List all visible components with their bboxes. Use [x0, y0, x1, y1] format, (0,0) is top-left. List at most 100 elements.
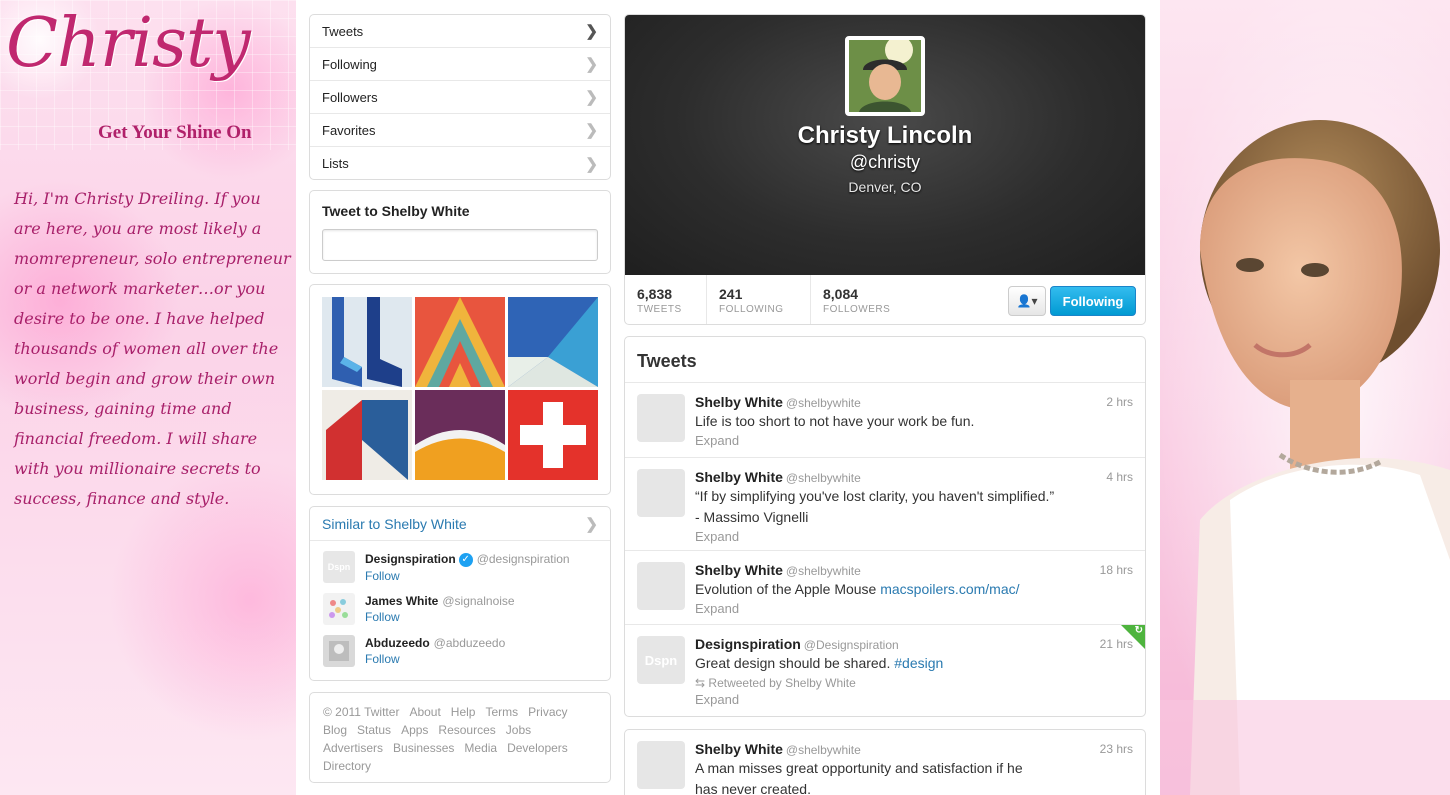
similar-user-handle: @designspiration	[476, 552, 570, 566]
nav-item-lists[interactable]: Lists ❯	[310, 147, 610, 180]
tweet-item[interactable]: Shelby White @shelbywhite A man misses gr…	[625, 730, 1145, 795]
tweet-author-name[interactable]: Shelby White	[695, 741, 783, 757]
footer-link-blog[interactable]: Blog	[323, 723, 347, 737]
tweet-time[interactable]: 4 hrs	[1106, 470, 1133, 484]
avatar[interactable]	[637, 469, 685, 517]
nav-item-label: Tweets	[322, 23, 364, 39]
footer-link-developers[interactable]: Developers	[507, 741, 568, 755]
media-thumbnail[interactable]	[322, 297, 412, 387]
stat-following[interactable]: 241 FOLLOWING	[707, 275, 811, 324]
tweet-stream: Tweets Shelby White @shelbywhite Life is …	[624, 336, 1146, 717]
user-dropdown-button[interactable]: 👤▾	[1008, 286, 1046, 316]
tweet-text: “If by simplifying you've lost clarity, …	[695, 488, 1055, 504]
avatar[interactable]: Dspn	[323, 551, 355, 583]
similar-user-name[interactable]: Abduzeedo	[365, 636, 430, 650]
tweet-link[interactable]: macspoilers.com/mac/	[880, 581, 1019, 597]
tweet-author-name[interactable]: Designspiration	[695, 636, 801, 652]
avatar[interactable]	[637, 394, 685, 442]
footer-link-advertisers[interactable]: Advertisers	[323, 741, 383, 755]
profile-name: Christy Lincoln	[797, 122, 973, 149]
tweet-text: Evolution of the Apple Mouse macspoilers…	[695, 580, 1133, 599]
chevron-right-icon: ❯	[585, 515, 598, 533]
stat-number: 8,084	[823, 286, 859, 302]
media-thumbnail[interactable]	[508, 297, 598, 387]
tweet-time[interactable]: 2 hrs	[1106, 395, 1133, 409]
follow-link[interactable]: Follow	[365, 652, 505, 666]
media-thumbnail[interactable]	[508, 390, 598, 480]
tweet-text-line2: has never created.	[695, 781, 811, 795]
nav-item-following[interactable]: Following ❯	[310, 48, 610, 81]
stat-tweets[interactable]: 6,838 TWEETS	[625, 275, 707, 324]
right-portrait-background	[1160, 0, 1450, 795]
avatar[interactable]	[323, 635, 355, 667]
tweet-stream-continued: Shelby White @shelbywhite A man misses gr…	[624, 729, 1146, 795]
similar-user-name[interactable]: James White	[365, 594, 438, 608]
profile-avatar[interactable]	[845, 36, 925, 116]
similar-user-handle: @abduzeedo	[433, 636, 506, 650]
nav-item-label: Following	[322, 56, 377, 72]
chevron-right-icon: ❯	[585, 122, 598, 139]
footer-link-jobs[interactable]: Jobs	[506, 723, 531, 737]
media-thumbnail[interactable]	[322, 390, 412, 480]
follow-link[interactable]: Follow	[365, 610, 515, 624]
avatar[interactable]	[323, 593, 355, 625]
tweet-time[interactable]: 21 hrs	[1100, 637, 1133, 651]
brand-tagline: Get Your Shine On	[98, 122, 252, 143]
footer-link-status[interactable]: Status	[357, 723, 391, 737]
follow-link[interactable]: Follow	[365, 569, 570, 583]
tweet-to-input[interactable]	[322, 229, 598, 261]
tweet-time[interactable]: 23 hrs	[1100, 742, 1133, 756]
footer-link-businesses[interactable]: Businesses	[393, 741, 454, 755]
similar-header[interactable]: Similar to Shelby White ❯	[310, 507, 610, 541]
stat-followers[interactable]: 8,084 FOLLOWERS	[811, 275, 921, 324]
tweet-author-name[interactable]: Shelby White	[695, 469, 783, 485]
tweet-item[interactable]: ↻ Dspn Designspiration @Designspiration G…	[625, 625, 1145, 716]
footer-link-media[interactable]: Media	[464, 741, 497, 755]
similar-user-row: James White @signalnoise Follow	[310, 583, 610, 625]
left-brand-background: Christy Get Your Shine On Hi, I'm Christ…	[0, 0, 296, 795]
footer-link-resources[interactable]: Resources	[438, 723, 495, 737]
similar-user-name[interactable]: Designspiration	[365, 552, 456, 566]
tweet-expand-link[interactable]: Expand	[695, 433, 1133, 448]
tweet-author-name[interactable]: Shelby White	[695, 562, 783, 578]
profile-card: Christy Lincoln @christy Denver, CO 6,83…	[624, 14, 1146, 325]
tweet-expand-link[interactable]: Expand	[695, 529, 1133, 544]
footer-link-help[interactable]: Help	[451, 705, 476, 719]
nav-item-favorites[interactable]: Favorites ❯	[310, 114, 610, 147]
tweet-item[interactable]: Shelby White @shelbywhite Evolution of th…	[625, 551, 1145, 625]
similar-title: Similar to Shelby White	[322, 515, 467, 532]
tweet-text: Great design should be shared. #design	[695, 654, 1133, 673]
retweeted-by-text[interactable]: Retweeted by Shelby White	[708, 676, 855, 690]
profile-header: Christy Lincoln @christy Denver, CO	[625, 15, 1145, 275]
tweet-hashtag[interactable]: #design	[894, 655, 943, 671]
avatar[interactable]: Dspn	[637, 636, 685, 684]
footer-link-about[interactable]: About	[409, 705, 440, 719]
portrait-image	[1160, 120, 1450, 795]
profile-handle: @christy	[849, 152, 921, 172]
tweet-to-title: Tweet to Shelby White	[322, 203, 470, 219]
media-thumbnail[interactable]	[415, 390, 505, 480]
similar-user-row: Abduzeedo @abduzeedo Follow	[310, 625, 610, 667]
tweet-time[interactable]: 18 hrs	[1100, 563, 1133, 577]
similar-user-handle: @signalnoise	[442, 594, 515, 608]
following-button[interactable]: Following	[1050, 286, 1136, 316]
media-thumbnail[interactable]	[415, 297, 505, 387]
tweet-item[interactable]: Shelby White @shelbywhite Life is too sho…	[625, 383, 1145, 458]
avatar[interactable]	[637, 562, 685, 610]
nav-item-followers[interactable]: Followers ❯	[310, 81, 610, 114]
footer-links: © 2011 Twitter About Help Terms Privacy Blog…	[309, 692, 611, 783]
tweet-expand-link[interactable]: Expand	[695, 601, 1133, 616]
footer-link-privacy[interactable]: Privacy	[528, 705, 567, 719]
tweet-text-line2: - Massimo Vignelli	[695, 509, 809, 525]
nav-item-tweets[interactable]: Tweets ❯	[310, 15, 610, 48]
footer-link-terms[interactable]: Terms	[485, 705, 518, 719]
tweet-expand-link[interactable]: Expand	[695, 692, 1133, 707]
nav-item-label: Lists	[322, 156, 349, 171]
media-gallery	[309, 284, 611, 495]
tweet-author-name[interactable]: Shelby White	[695, 394, 783, 410]
footer-link-directory[interactable]: Directory	[323, 759, 371, 773]
tweet-item[interactable]: Shelby White @shelbywhite “If by simplify…	[625, 458, 1145, 551]
tweet-text-body: Great design should be shared.	[695, 655, 895, 671]
footer-link-apps[interactable]: Apps	[401, 723, 428, 737]
avatar[interactable]	[637, 741, 685, 789]
